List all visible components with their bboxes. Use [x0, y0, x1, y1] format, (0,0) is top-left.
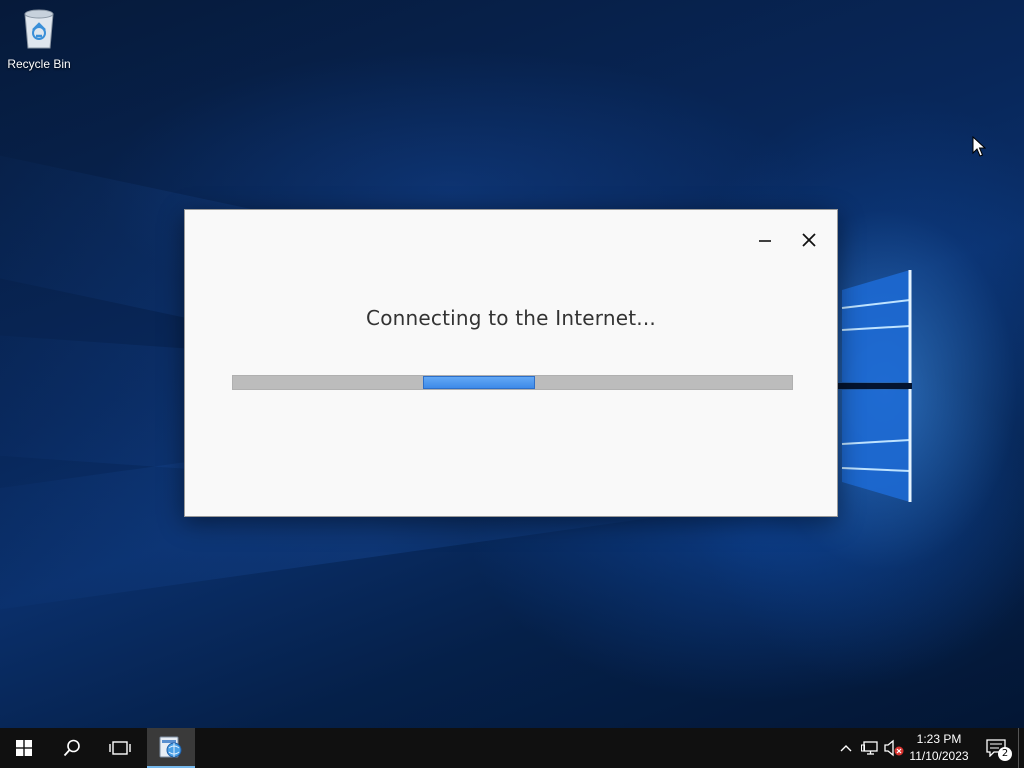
- network-icon: [861, 741, 878, 755]
- mouse-pointer-icon: [972, 136, 986, 157]
- desktop-icon-label: Recycle Bin: [7, 57, 71, 71]
- task-view-icon: [109, 741, 131, 755]
- start-button[interactable]: [0, 728, 48, 768]
- taskbar-app-setup[interactable]: [147, 728, 195, 768]
- recycle-bin-icon: [24, 9, 54, 49]
- minimize-icon: [759, 240, 771, 242]
- windows-logo-wallpaper: [838, 270, 912, 502]
- volume-muted-icon: [884, 739, 904, 757]
- windows-start-icon: [16, 740, 32, 756]
- tray-network-button[interactable]: [858, 728, 882, 768]
- tray-overflow-button[interactable]: [834, 728, 858, 768]
- chevron-up-icon: [840, 745, 852, 752]
- notification-count-badge: 2: [998, 747, 1012, 761]
- show-desktop-button[interactable]: [1018, 728, 1024, 768]
- desktop-icon-recycle-bin[interactable]: Recycle Bin: [4, 6, 74, 71]
- setup-app-icon: [159, 736, 182, 758]
- dialog-title: Connecting to the Internet...: [366, 306, 656, 330]
- progress-bar-fill: [423, 376, 535, 389]
- action-center-button[interactable]: 2: [980, 728, 1012, 768]
- close-icon: [802, 233, 816, 247]
- clock-date: 11/10/2023: [909, 749, 969, 763]
- progress-bar: [232, 375, 793, 390]
- connecting-dialog: Connecting to the Internet...: [184, 209, 838, 517]
- task-view-button[interactable]: [96, 728, 144, 768]
- taskbar-clock[interactable]: 1:23 PM 11/10/2023: [904, 728, 974, 768]
- search-button[interactable]: [48, 728, 96, 768]
- tray-volume-button[interactable]: [882, 728, 906, 768]
- taskbar: 1:23 PM 11/10/2023 2: [0, 728, 1024, 768]
- minimize-button[interactable]: [749, 226, 781, 254]
- clock-time: 1:23 PM: [916, 732, 962, 746]
- search-icon: [63, 739, 80, 757]
- close-button[interactable]: [793, 226, 825, 254]
